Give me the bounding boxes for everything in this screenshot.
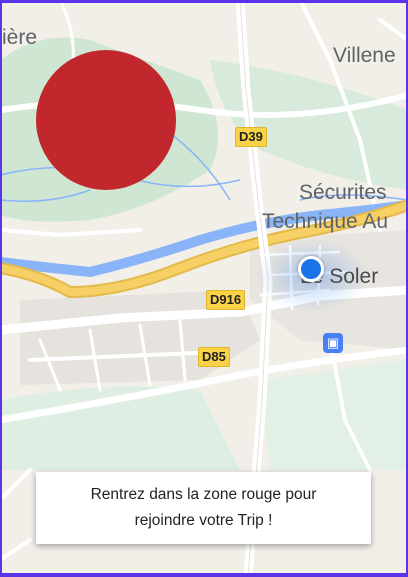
green-area bbox=[210, 60, 408, 190]
instruction-line1: Rentrez dans la zone rouge pour bbox=[90, 486, 317, 503]
green-area bbox=[260, 360, 408, 470]
road-label-d85: D85 bbox=[198, 347, 230, 367]
red-zone-circle[interactable] bbox=[36, 50, 176, 190]
top-frame-bar bbox=[0, 0, 408, 3]
user-location-dot bbox=[298, 256, 324, 282]
road-label-d39: D39 bbox=[235, 127, 267, 147]
road-label-d916: D916 bbox=[206, 290, 246, 310]
left-frame-edge bbox=[0, 0, 2, 577]
train-station-icon[interactable]: ▣ bbox=[323, 333, 343, 353]
poi-label-line1: Sécurites bbox=[299, 181, 387, 204]
instruction-banner: Rentrez dans la zone rouge pour rejoindr… bbox=[36, 472, 371, 544]
map-view[interactable]: ière Villene Sécurites Technique Au Le S… bbox=[0, 0, 408, 577]
place-label-top-left: ière bbox=[2, 26, 38, 49]
instruction-line2: rejoindre votre Trip ! bbox=[134, 512, 273, 529]
poi-label-line2: Technique Au bbox=[262, 210, 389, 233]
place-label-top-right: Villene bbox=[333, 44, 396, 67]
bottom-frame-bar bbox=[0, 573, 408, 577]
